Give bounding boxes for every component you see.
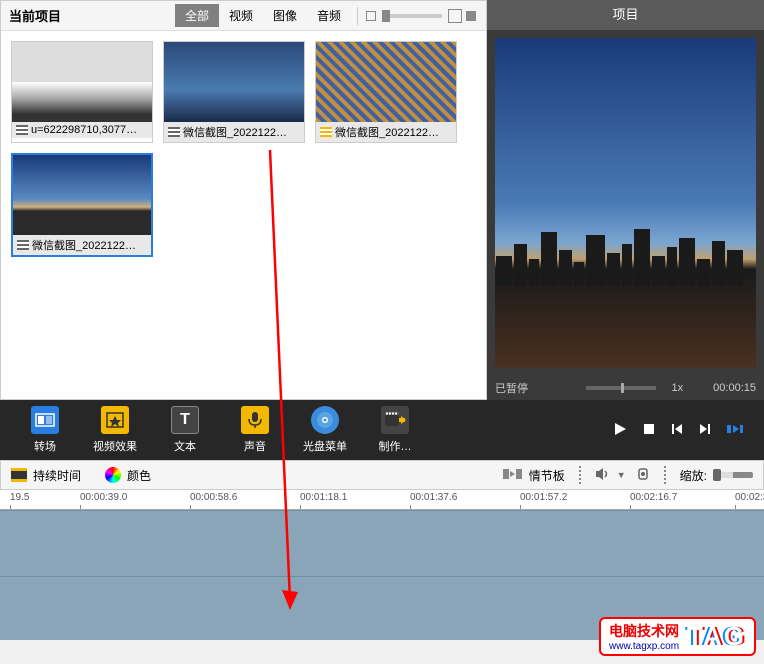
ruler-mark: 00:01:18.1	[300, 492, 347, 503]
fx-icon	[101, 406, 129, 434]
ruler-mark: 00:02:16.7	[630, 492, 677, 503]
volume-dropdown-icon[interactable]: ▼	[617, 470, 626, 480]
media-header: 当前项目 全部 视频 图像 音频	[1, 1, 486, 31]
view-list-icon[interactable]	[466, 11, 476, 21]
clip-icon	[320, 127, 332, 137]
zoom-label: 缩放:	[680, 467, 707, 484]
storyboard-label[interactable]: 情节板	[529, 467, 565, 484]
media-item-label: 微信截图_2022122…	[183, 124, 287, 140]
timeline-ruler[interactable]: 19.5 00:00:39.0 00:00:58.6 00:01:18.1 00…	[0, 490, 764, 510]
watermark-name: 电脑技术网	[609, 621, 679, 641]
tool-label: 制作…	[360, 438, 430, 454]
transition-icon	[31, 406, 59, 434]
ruler-mark: 00:02:3	[735, 492, 764, 503]
thumb-small-icon[interactable]	[366, 11, 376, 21]
volume-icon[interactable]	[595, 467, 611, 484]
preview-title: 项目	[487, 0, 764, 30]
clip-icon	[16, 125, 28, 135]
media-grid: u=622298710,3077… 微信截图_2022122… 微信截图_202…	[1, 31, 486, 267]
clip-icon	[168, 127, 180, 137]
media-item-label: 微信截图_2022122…	[32, 237, 136, 253]
media-thumb	[316, 42, 456, 122]
speed-slider[interactable]	[586, 386, 656, 390]
preview-speed: 1x	[672, 382, 684, 394]
mic-icon[interactable]	[636, 467, 650, 484]
stop-button[interactable]	[642, 422, 656, 439]
preview-status-bar: 已暂停 1x 00:00:15	[487, 376, 764, 400]
ruler-mark: 00:01:37.6	[410, 492, 457, 503]
duration-label[interactable]: 持续时间	[33, 467, 81, 484]
microphone-icon	[241, 406, 269, 434]
make-button[interactable]: 制作…	[360, 406, 430, 454]
watermark: 电脑技术网 www.tagxp.com TAG	[599, 617, 756, 656]
transition-button[interactable]: 转场	[10, 406, 80, 454]
ruler-mark: 00:00:58.6	[190, 492, 237, 503]
next-button[interactable]	[698, 422, 712, 439]
media-item-label: 微信截图_2022122…	[335, 124, 439, 140]
color-label[interactable]: 颜色	[127, 467, 151, 484]
ruler-mark: 19.5	[10, 492, 29, 503]
tab-video[interactable]: 视频	[219, 4, 263, 27]
thumb-large-icon[interactable]	[448, 9, 462, 23]
prev-button[interactable]	[670, 422, 684, 439]
media-item[interactable]: 微信截图_2022122…	[11, 153, 153, 257]
media-panel-title: 当前项目	[9, 6, 175, 25]
tool-label: 转场	[10, 438, 80, 454]
text-button[interactable]: T 文本	[150, 406, 220, 454]
tab-audio[interactable]: 音频	[307, 4, 351, 27]
media-thumb	[164, 42, 304, 122]
media-thumb	[12, 42, 152, 122]
color-wheel-icon	[105, 467, 121, 483]
loop-button[interactable]	[726, 422, 744, 439]
clip-icon	[17, 240, 29, 250]
tool-label: 文本	[150, 438, 220, 454]
preview-time: 00:00:15	[713, 382, 756, 394]
preview-video[interactable]	[495, 38, 756, 368]
timeline-options-bar: 持续时间 颜色 情节板 ▼ 缩放:	[0, 460, 764, 490]
preview-panel: 项目 已暂停 1x 00:00:15	[487, 0, 764, 400]
watermark-tag: TAG	[687, 621, 746, 652]
preview-status-text: 已暂停	[495, 380, 528, 396]
sound-button[interactable]: 声音	[220, 406, 290, 454]
play-button[interactable]	[612, 421, 628, 440]
watermark-url: www.tagxp.com	[609, 641, 679, 652]
storyboard-icon	[503, 467, 523, 484]
zoom-slider[interactable]	[713, 472, 753, 478]
media-panel: 当前项目 全部 视频 图像 音频 u=622298710,3077… 微信截图_…	[0, 0, 487, 400]
media-thumb	[13, 155, 151, 235]
filmstrip-icon	[11, 468, 27, 482]
tab-image[interactable]: 图像	[263, 4, 307, 27]
disc-icon	[311, 406, 339, 434]
media-item[interactable]: 微信截图_2022122…	[163, 41, 305, 143]
tool-strip: 转场 视频效果 T 文本 声音 光盘菜单 制作…	[0, 400, 764, 460]
tab-all[interactable]: 全部	[175, 4, 219, 27]
make-icon	[381, 406, 409, 434]
tool-label: 声音	[220, 438, 290, 454]
tool-label: 视频效果	[80, 438, 150, 454]
thumb-size-slider[interactable]	[382, 14, 442, 18]
video-fx-button[interactable]: 视频效果	[80, 406, 150, 454]
tool-label: 光盘菜单	[290, 438, 360, 454]
play-controls	[612, 421, 754, 440]
media-item-label: u=622298710,3077…	[31, 124, 137, 136]
ruler-mark: 00:00:39.0	[80, 492, 127, 503]
media-item[interactable]: u=622298710,3077…	[11, 41, 153, 143]
text-icon: T	[171, 406, 199, 434]
disc-menu-button[interactable]: 光盘菜单	[290, 406, 360, 454]
media-item[interactable]: 微信截图_2022122…	[315, 41, 457, 143]
ruler-mark: 00:01:57.2	[520, 492, 567, 503]
